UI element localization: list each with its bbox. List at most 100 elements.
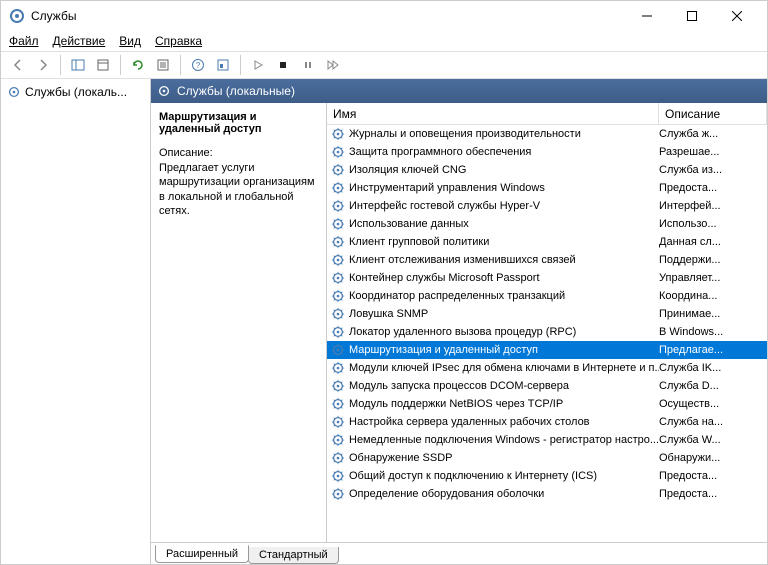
service-row[interactable]: Модуль поддержки NetBIOS через TCP/IPОсу… [327,395,767,413]
gear-icon [331,217,345,231]
service-row[interactable]: Модуль запуска процессов DCOM-сервераСлу… [327,377,767,395]
service-name: Настройка сервера удаленных рабочих стол… [349,416,590,428]
service-row[interactable]: Контейнер службы Microsoft Passport Управ… [327,269,767,287]
selected-service-name: Маршрутизация и удаленный доступ [159,111,318,135]
service-row[interactable]: Ловушка SNMP Принимае... [327,305,767,323]
service-row[interactable]: Координатор распределенных транзакций Коо… [327,287,767,305]
properties-button[interactable] [152,54,174,76]
back-button[interactable] [7,54,29,76]
gear-icon [331,343,345,357]
description-text: Предлагает услуги маршрутизации организа… [159,161,318,218]
start-button[interactable] [247,54,269,76]
service-desc: Служба ж... [659,128,767,140]
tree-node-services-local[interactable]: Службы (локаль... [1,83,150,101]
service-desc: Служба на... [659,416,767,428]
gear-icon [331,235,345,249]
gear-icon [7,85,21,99]
service-row[interactable]: Немедленные подключения Windows - регист… [327,431,767,449]
service-desc: Служба D... [659,380,767,392]
window-title: Службы [31,9,624,23]
help-button[interactable]: ? [187,54,209,76]
service-row[interactable]: Использование данных Использо... [327,215,767,233]
gear-icon [331,397,345,411]
service-row[interactable]: Журналы и оповещения производительностиС… [327,125,767,143]
services-list: Имя Описание Журналы и оповещения произв… [326,103,767,542]
service-name: Изоляция ключей CNG [349,164,466,176]
service-name: Клиент отслеживания изменившихся связей [349,254,576,266]
service-name: Модули ключей IPsec для обмена ключами в… [349,362,659,374]
gear-icon [331,127,345,141]
services-app-icon [9,8,25,24]
service-name: Инструментарий управления Windows [349,182,545,194]
tab-extended[interactable]: Расширенный [155,545,249,563]
minimize-button[interactable] [624,1,669,31]
toolbar: ? [1,51,767,79]
forward-button[interactable] [32,54,54,76]
service-row[interactable]: Настройка сервера удаленных рабочих стол… [327,413,767,431]
svg-text:?: ? [196,61,201,70]
service-name: Интерфейс гостевой службы Hyper-V [349,200,540,212]
refresh-button[interactable] [127,54,149,76]
close-button[interactable] [714,1,759,31]
menu-view[interactable]: Вид [119,34,141,48]
service-row[interactable]: Локатор удаленного вызова процедур (RPC)… [327,323,767,341]
gear-icon [331,163,345,177]
service-name: Немедленные подключения Windows - регист… [349,434,659,446]
maximize-button[interactable] [669,1,714,31]
service-desc: Служба IK... [659,362,767,374]
restart-button[interactable] [322,54,344,76]
service-desc: Управляет... [659,272,767,284]
gear-icon [331,325,345,339]
service-row[interactable]: Клиент групповой политикиДанная сл... [327,233,767,251]
service-desc: Предлагае... [659,344,767,356]
service-row[interactable]: Определение оборудования оболочки Предост… [327,485,767,503]
description-label: Описание: [159,147,318,159]
service-name: Модуль поддержки NetBIOS через TCP/IP [349,398,563,410]
service-desc: Разрешае... [659,146,767,158]
pane-header: Службы (локальные) [151,79,767,103]
gear-icon [331,379,345,393]
gear-icon [331,199,345,213]
menu-action[interactable]: Действие [53,34,106,48]
menu-file[interactable]: Файл [9,34,39,48]
column-name[interactable]: Имя [327,103,659,124]
toolbar-button-2[interactable] [212,54,234,76]
service-name: Ловушка SNMP [349,308,428,320]
service-name: Определение оборудования оболочки [349,488,544,500]
service-name: Защита программного обеспечения [349,146,531,158]
stop-button[interactable] [272,54,294,76]
service-row[interactable]: Инструментарий управления WindowsПредост… [327,179,767,197]
service-desc: Предоста... [659,488,767,500]
service-name: Координатор распределенных транзакций [349,290,565,302]
service-desc: Поддержи... [659,254,767,266]
service-name: Контейнер службы Microsoft Passport [349,272,540,284]
service-name: Маршрутизация и удаленный доступ [349,344,538,356]
service-row[interactable]: Обнаружение SSDPОбнаружи... [327,449,767,467]
list-header: Имя Описание [327,103,767,125]
service-row[interactable]: Модули ключей IPsec для обмена ключами в… [327,359,767,377]
service-desc: Использо... [659,218,767,230]
pane-header-title: Службы (локальные) [177,84,295,98]
service-row[interactable]: Клиент отслеживания изменившихся связей П… [327,251,767,269]
gear-icon [331,361,345,375]
service-row[interactable]: Общий доступ к подключению к Интернету (… [327,467,767,485]
service-row[interactable]: Изоляция ключей CNG Служба из... [327,161,767,179]
export-button[interactable] [92,54,114,76]
service-row[interactable]: Маршрутизация и удаленный доступ Предлага… [327,341,767,359]
list-body[interactable]: Журналы и оповещения производительностиС… [327,125,767,542]
tree-pane: Службы (локаль... [1,79,151,564]
show-hide-tree-button[interactable] [67,54,89,76]
service-desc: Координа... [659,290,767,302]
tab-standard[interactable]: Стандартный [248,547,339,564]
service-row[interactable]: Интерфейс гостевой службы Hyper-VИнтерфе… [327,197,767,215]
gear-icon [331,487,345,501]
menu-help[interactable]: Справка [155,34,202,48]
service-row[interactable]: Защита программного обеспечения Разрешае.… [327,143,767,161]
service-desc: Принимае... [659,308,767,320]
service-desc: Служба из... [659,164,767,176]
column-description[interactable]: Описание [659,103,767,124]
service-desc: Служба W... [659,434,767,446]
gear-icon [331,451,345,465]
service-name: Использование данных [349,218,469,230]
pause-button[interactable] [297,54,319,76]
